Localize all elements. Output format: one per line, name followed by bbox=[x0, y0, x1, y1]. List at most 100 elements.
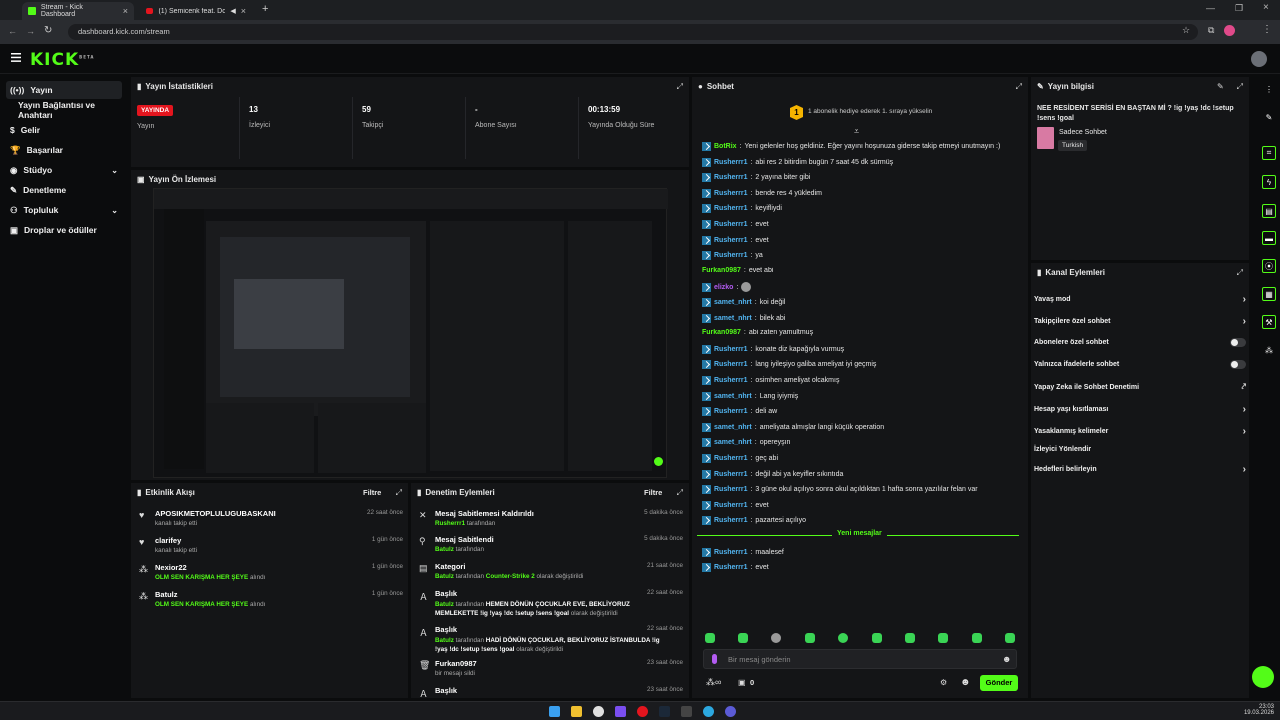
user-avatar[interactable] bbox=[1251, 51, 1267, 67]
profile-avatar[interactable] bbox=[1224, 25, 1235, 36]
help-chat-icon[interactable] bbox=[1252, 666, 1274, 688]
filter-button[interactable]: Filtre bbox=[644, 488, 662, 497]
emote-icon[interactable] bbox=[705, 633, 715, 643]
sidebar-item-moderation[interactable]: ✎ Denetleme bbox=[6, 181, 122, 199]
emote-icon[interactable] bbox=[872, 633, 882, 643]
chat-username[interactable]: Rusherrr1 bbox=[714, 190, 747, 197]
app-icon[interactable] bbox=[615, 706, 626, 717]
action-slow-mode[interactable]: Yavaş mod › bbox=[1034, 294, 1246, 305]
close-tab-icon[interactable]: × bbox=[241, 6, 246, 16]
emote-icon[interactable] bbox=[838, 633, 848, 643]
kick-points-icon[interactable]: ⁂∞ bbox=[706, 677, 721, 688]
sidebar-item-stream[interactable]: ((•)) Yayın bbox=[6, 81, 122, 99]
category-name[interactable]: Sadece Sohbet bbox=[1059, 129, 1107, 136]
chat-username[interactable]: samet_nhrt bbox=[714, 299, 752, 306]
chat-username[interactable]: Rusherrr1 bbox=[714, 361, 747, 368]
chat-username[interactable]: Rusherrr1 bbox=[714, 252, 747, 259]
edge-icon[interactable] bbox=[703, 706, 714, 717]
broadcast-icon[interactable]: ⦿ bbox=[1262, 259, 1276, 273]
chat-username[interactable]: Rusherrr1 bbox=[714, 174, 747, 181]
maximize-icon[interactable]: ❐ bbox=[1235, 3, 1243, 14]
expand-icon[interactable]: ⤢ bbox=[1237, 82, 1243, 92]
emote-icon[interactable] bbox=[738, 633, 748, 643]
chat-username[interactable]: elizko bbox=[714, 284, 733, 291]
emote-icon[interactable] bbox=[771, 633, 781, 643]
chat-username[interactable]: Rusherrr1 bbox=[714, 205, 747, 212]
chat-input[interactable]: Bir mesaj gönderin ☻ bbox=[703, 649, 1017, 669]
action-raid[interactable]: İzleyici Yönlendir bbox=[1034, 446, 1246, 453]
extensions-icon[interactable]: ⧉ bbox=[1208, 25, 1214, 36]
mic-icon[interactable] bbox=[712, 654, 717, 664]
wrench-icon[interactable]: ⚒ bbox=[1262, 315, 1276, 329]
chat-username[interactable]: Rusherrr1 bbox=[714, 237, 747, 244]
chat-username[interactable]: samet_nhrt bbox=[714, 393, 752, 400]
speaker-icon[interactable]: ◀ bbox=[230, 7, 235, 15]
new-tab-icon[interactable]: + bbox=[262, 3, 268, 15]
chrome-icon[interactable] bbox=[593, 706, 604, 717]
edit-icon[interactable]: ✎ bbox=[1217, 82, 1224, 91]
notes-icon[interactable]: ▤ bbox=[1262, 204, 1276, 218]
subs-only-toggle[interactable] bbox=[1230, 338, 1246, 347]
expand-icon[interactable]: ⤢ bbox=[677, 488, 683, 498]
group-icon[interactable]: ⁂ bbox=[1262, 343, 1276, 357]
expand-icon[interactable]: ⤢ bbox=[677, 82, 683, 92]
emoji-icon[interactable]: ☻ bbox=[1002, 654, 1011, 664]
filter-button[interactable]: Filtre bbox=[363, 488, 381, 497]
browser-menu-icon[interactable]: ⋮ bbox=[1262, 24, 1272, 35]
chat-username[interactable]: Furkan0987 bbox=[702, 329, 741, 336]
chat-username[interactable]: Rusherrr1 bbox=[714, 346, 747, 353]
collapse-icon[interactable]: ⩡ bbox=[854, 126, 859, 137]
windows-start-icon[interactable] bbox=[549, 706, 560, 717]
chat-username[interactable]: Rusherrr1 bbox=[714, 377, 747, 384]
emote-icon[interactable] bbox=[1005, 633, 1015, 643]
file-explorer-icon[interactable] bbox=[571, 706, 582, 717]
chat-username[interactable]: Rusherrr1 bbox=[714, 408, 747, 415]
sidebar-item-stream-key[interactable]: Yayın Bağlantısı ve Anahtarı bbox=[6, 100, 122, 120]
chat-username[interactable]: Rusherrr1 bbox=[714, 486, 747, 493]
browser-tab[interactable]: (1) Semicenk feat. Doğu Sw... ◀ × bbox=[140, 2, 252, 20]
browser-tab-active[interactable]: Stream - Kick Dashboard × bbox=[22, 2, 134, 20]
app-icon[interactable] bbox=[681, 706, 692, 717]
action-ai-moderation[interactable]: Yapay Zeka ile Sohbet Denetimi ⤤ bbox=[1034, 382, 1246, 392]
lightning-icon[interactable]: ϟ bbox=[1262, 175, 1276, 189]
chat-username[interactable]: BotRix bbox=[714, 143, 737, 150]
url-field[interactable]: dashboard.kick.com/stream bbox=[68, 24, 1198, 40]
reload-icon[interactable]: ↻ bbox=[44, 25, 52, 36]
chat-username[interactable]: samet_nhrt bbox=[714, 424, 752, 431]
emote-icon[interactable] bbox=[905, 633, 915, 643]
chat-username[interactable]: Rusherrr1 bbox=[714, 221, 747, 228]
window-close-icon[interactable]: × bbox=[1263, 2, 1269, 13]
sidebar-item-revenue[interactable]: $ Gelir bbox=[6, 121, 122, 139]
sidebar-item-studio[interactable]: ◉ Stüdyo ⌄ bbox=[6, 161, 122, 179]
sidebar-item-achievements[interactable]: 🏆 Başarılar bbox=[6, 141, 122, 159]
emote-icon[interactable] bbox=[972, 633, 982, 643]
minimize-icon[interactable]: — bbox=[1206, 3, 1215, 13]
gift-icon[interactable]: ▣ bbox=[738, 678, 746, 687]
emote-icon[interactable] bbox=[805, 633, 815, 643]
expand-icon[interactable]: ⤢ bbox=[1016, 82, 1022, 92]
chat-settings-gear-icon[interactable]: ⚙ bbox=[940, 678, 947, 687]
chat-username[interactable]: Rusherrr1 bbox=[714, 159, 747, 166]
mod-tools-icon[interactable]: ☻ bbox=[960, 677, 971, 688]
chat-username[interactable]: samet_nhrt bbox=[714, 439, 752, 446]
chat-username[interactable]: Rusherrr1 bbox=[714, 502, 747, 509]
chat-username[interactable]: Rusherrr1 bbox=[714, 471, 747, 478]
bookmark-star-icon[interactable]: ☆ bbox=[1182, 25, 1190, 36]
chat-username[interactable]: Rusherrr1 bbox=[714, 549, 747, 556]
emote-icon[interactable] bbox=[938, 633, 948, 643]
layout-icon[interactable]: ▦ bbox=[1262, 287, 1276, 301]
sidebar-item-drops[interactable]: ▣ Droplar ve ödüller bbox=[6, 221, 122, 239]
gift-leaderboard-text[interactable]: 1 abonelik hediye ederek 1. sıraya yükse… bbox=[808, 108, 932, 115]
chat-username[interactable]: samet_nhrt bbox=[714, 315, 752, 322]
expand-icon[interactable]: ⤢ bbox=[1237, 268, 1243, 278]
app-icon[interactable] bbox=[725, 706, 736, 717]
category-thumbnail[interactable] bbox=[1037, 127, 1054, 149]
clip-icon[interactable]: ⌗ bbox=[1262, 146, 1276, 160]
chat-username[interactable]: Rusherrr1 bbox=[714, 517, 747, 524]
menu-dots-icon[interactable]: ⋮ bbox=[1262, 82, 1276, 96]
back-icon[interactable]: ← bbox=[8, 26, 17, 36]
emote-only-toggle[interactable] bbox=[1230, 360, 1246, 369]
forward-icon[interactable]: → bbox=[26, 26, 35, 36]
action-followers-only[interactable]: Takipçilere özel sohbet › bbox=[1034, 316, 1246, 327]
clock[interactable]: 23:03 19.03.2026 bbox=[1238, 704, 1274, 716]
